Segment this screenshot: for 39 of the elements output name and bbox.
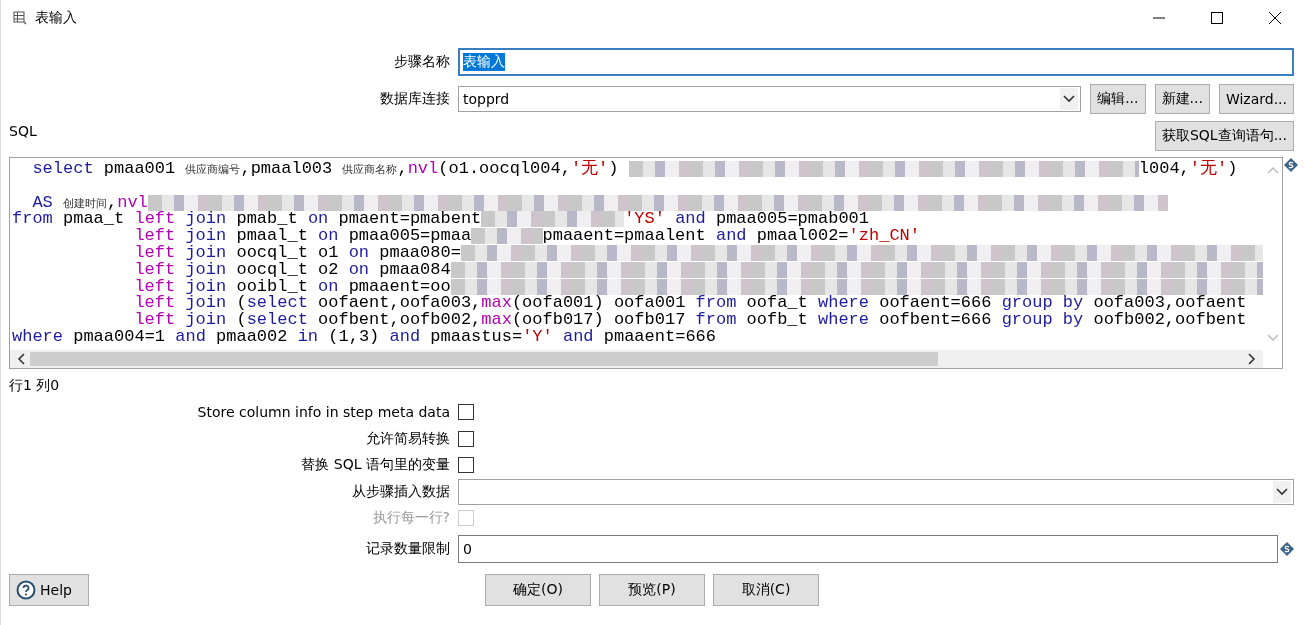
connection-button[interactable]: 编辑... [1090,84,1146,114]
field-label: 步骤名称 [393,53,450,71]
caret-icon [1276,487,1288,496]
maximize-icon [1211,12,1223,24]
get-sql-button[interactable]: 获取SQL查询语句... [1154,121,1294,151]
caret-icon [1063,95,1076,103]
dialog-button[interactable]: 取消(C) [713,573,819,606]
dialog-button[interactable]: 预览(P) [599,573,705,606]
close-icon [1269,12,1281,24]
minimize-icon [1153,17,1165,19]
connection-button[interactable]: Wizard... [1218,84,1294,114]
help-button[interactable]: Help [9,573,89,606]
option-label: 记录数量限制 [365,539,450,558]
dialog-button[interactable]: 确定(O) [485,573,591,606]
cursor-position: 行1 列0 [9,377,60,393]
scroll-down-icon[interactable] [1266,334,1279,342]
checkbox[interactable] [458,457,474,474]
scroll-up-icon[interactable] [1266,166,1279,174]
window-title: 表输入 [35,9,77,27]
field-label: 数据库连接 [379,90,450,108]
checkbox[interactable] [458,430,474,447]
option-label: 替换 SQL 语句里的变量 [300,456,450,475]
variable-icon [1284,158,1298,172]
sql-label: SQL [9,123,37,139]
option-label: 允许简易转换 [365,429,450,448]
checkbox[interactable] [458,404,474,421]
table-icon [13,11,27,25]
option-label: 执行每一行? [371,509,450,528]
connection-button[interactable]: 新建... [1154,84,1210,114]
connection-dropdown[interactable]: topprd [458,86,1082,112]
step-name-field[interactable]: 表输入 [458,48,1294,76]
option-label: Store column info in step meta data [196,404,450,421]
variable-icon [1280,541,1294,556]
horizontal-scrollbar[interactable] [10,350,1263,368]
option-label: 从步骤插入数据 [351,482,450,501]
scroll-right-icon[interactable] [1247,353,1257,365]
limit-field[interactable]: 0 [458,534,1278,563]
scroll-left-icon[interactable] [16,353,26,365]
help-icon [16,579,36,600]
